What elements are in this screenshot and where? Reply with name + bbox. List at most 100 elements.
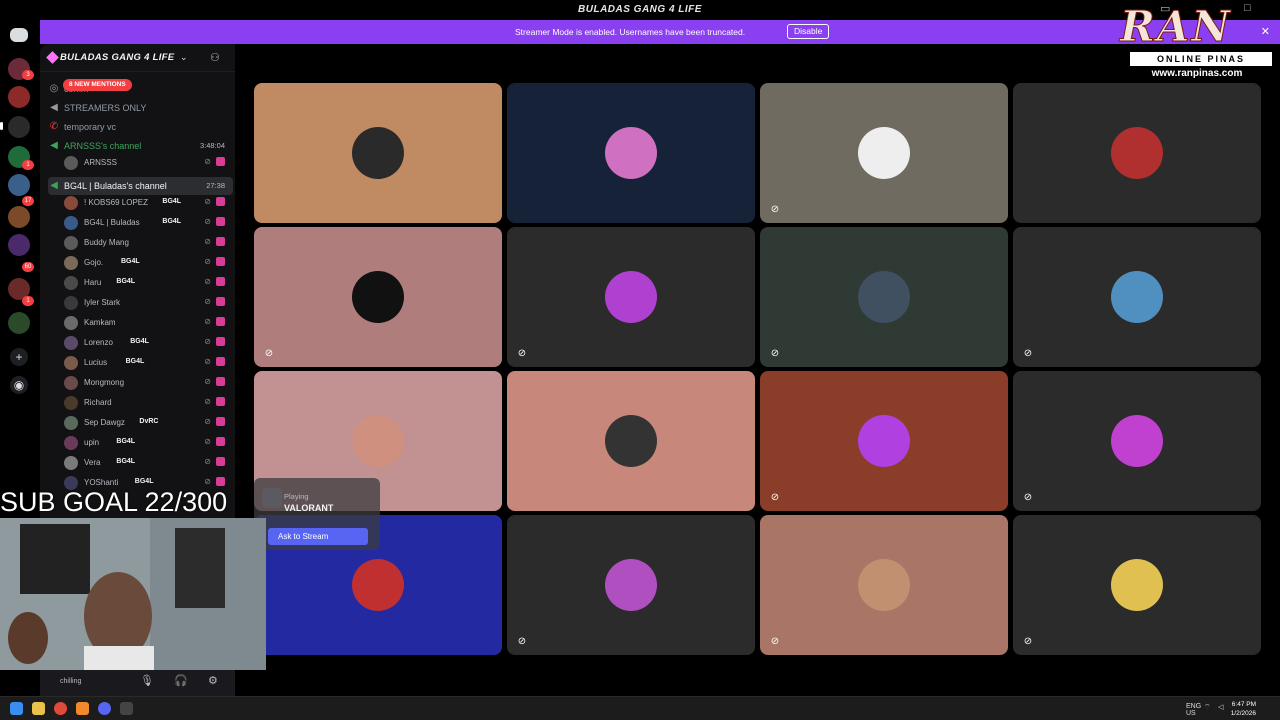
server-icon[interactable] [8,86,30,108]
discover-icon[interactable]: ◉ [10,376,28,394]
channel-bg4l-buladas[interactable]: ◀ BG4L | Buladas's channel 27:38 [48,177,233,195]
clock[interactable]: 6:47 PM 1/2/2026 [1231,700,1256,718]
game-icon [262,488,282,508]
language-indicator[interactable]: ENG US [1186,703,1201,717]
participant-tile[interactable]: ⊘ [760,515,1008,655]
voice-member[interactable]: Lucius BG4L ⊘ [64,354,229,372]
voice-member[interactable]: Buddy Mang ⊘ [64,234,229,252]
participant-tile[interactable]: ⊘ [760,371,1008,511]
participant-avatar [605,271,657,323]
mic-muted-icon: ⊘ [264,348,274,359]
chrome-icon[interactable] [54,702,67,715]
server-icon[interactable] [8,174,30,196]
mic-muted-icon: ⊘ [204,217,211,226]
invite-people-icon[interactable]: ⚇ [210,51,220,64]
participant-tile[interactable] [507,371,755,511]
participant-tile[interactable]: ⊘ [1013,371,1261,511]
discord-app: BULADAS GANG 4 LIFE ▭ □ Streamer Mode is… [0,0,1280,696]
activity-icon [216,457,225,466]
voice-member[interactable]: BG4L | Buladas BG4L ⊘ [64,214,229,232]
channel-arnsss[interactable]: ◀ ARNSSS's channel 3:48:04 [48,137,233,155]
window-title: BULADAS GANG 4 LIFE [578,4,702,15]
server-badge: 1 [22,160,34,170]
member-tag: BG4L [162,218,182,225]
participant-tile[interactable] [254,83,502,223]
voice-member[interactable]: Mongmong ⊘ [64,374,229,392]
avatar [64,456,78,470]
participant-avatar [605,559,657,611]
mic-icon[interactable]: 🎙 [140,674,154,687]
activity-icon [216,397,225,406]
voice-member[interactable]: Sep Dawgz DvRC ⊘ [64,414,229,432]
volume-icon[interactable]: ◁ [1218,703,1223,711]
voice-member[interactable]: Lorenzo BG4L ⊘ [64,334,229,352]
user-status: chilling [60,678,82,685]
participant-tile[interactable]: ⊘ [1013,227,1261,367]
avatar [64,336,78,350]
title-bar: BULADAS GANG 4 LIFE ▭ □ [0,0,1280,20]
app-icon[interactable] [120,702,133,715]
headset-icon[interactable]: 🎧 [174,674,188,687]
voice-member[interactable]: upin BG4L ⊘ [64,434,229,452]
avatar [64,296,78,310]
mic-muted-icon: ⊘ [770,348,780,359]
avatar [64,316,78,330]
channel-timer: 27:38 [206,181,225,190]
ran-online-logo: RAN ONLINE PINAS www.ranpinas.com [1112,0,1272,82]
participant-avatar [858,271,910,323]
voice-member[interactable]: Kamkam ⊘ [64,314,229,332]
guild-header[interactable]: BULADAS GANG 4 LIFE ⌄ ⚇ [40,44,235,72]
voice-member[interactable]: Vera BG4L ⊘ [64,454,229,472]
discord-home-icon[interactable] [10,28,28,42]
activity-icon [216,477,225,486]
participant-tile[interactable]: ⊘ [254,227,502,367]
activity-icon [216,257,225,266]
speaker-icon: ◀ [50,102,58,113]
participant-tile[interactable]: ⊘ [760,83,1008,223]
participant-tile[interactable] [1013,83,1261,223]
disable-streamer-mode-button[interactable]: Disable [787,24,830,39]
member-tag: BG4L [162,198,182,205]
participant-tile[interactable]: ⊘ [760,227,1008,367]
mic-muted-icon: ⊘ [517,348,527,359]
participant-avatar [352,127,404,179]
avatar [64,356,78,370]
participant-tile[interactable]: ⊘ [1013,515,1261,655]
participant-avatar [1111,127,1163,179]
participant-tile[interactable]: ⊘ [507,227,755,367]
server-icon[interactable] [8,312,30,334]
new-mentions-badge[interactable]: 8 NEW MENTIONS [63,79,132,91]
file-explorer-icon[interactable] [32,702,45,715]
ask-to-stream-button[interactable]: Ask to Stream [268,528,368,545]
voice-member[interactable]: Haru BG4L ⊘ [64,274,229,292]
voice-member[interactable]: ! KOBS69 LOPEZ BG4L ⊘ [64,194,229,212]
discord-taskbar-icon[interactable] [98,702,111,715]
participant-avatar [605,415,657,467]
server-icon-selected[interactable] [8,116,30,138]
live-speaker-icon: ◀ [50,140,58,151]
webcam-image [0,518,266,670]
member-tag: BG4L [134,478,154,485]
activity-icon [216,377,225,386]
channel-streamers-only[interactable]: ◀ STREAMERS ONLY [48,99,233,117]
avatar [64,396,78,410]
add-server-icon[interactable]: + [10,348,28,366]
participant-tile[interactable] [507,83,755,223]
server-icon[interactable] [8,206,30,228]
voice-member[interactable]: ARNSSS ⊘ [64,154,229,172]
server-icon[interactable] [8,234,30,256]
voice-member[interactable]: Iyler Stark ⊘ [64,294,229,312]
avatar [64,256,78,270]
activity-icon [216,277,225,286]
voice-member[interactable]: Gojo. BG4L ⊘ [64,254,229,272]
participant-tile[interactable]: ⊘ [507,515,755,655]
settings-gear-icon[interactable]: ⚙ [208,674,218,687]
mic-muted-icon: ⊘ [204,297,211,306]
boost-icon [46,51,59,64]
channel-temporary-vc[interactable]: ✆ temporary vc [48,118,233,136]
wifi-icon[interactable]: ⌔ [1204,703,1211,712]
mic-muted-icon: ⊘ [204,197,211,206]
voice-member[interactable]: Richard ⊘ [64,394,229,412]
app-icon[interactable] [76,702,89,715]
windows-start-icon[interactable] [10,702,23,715]
